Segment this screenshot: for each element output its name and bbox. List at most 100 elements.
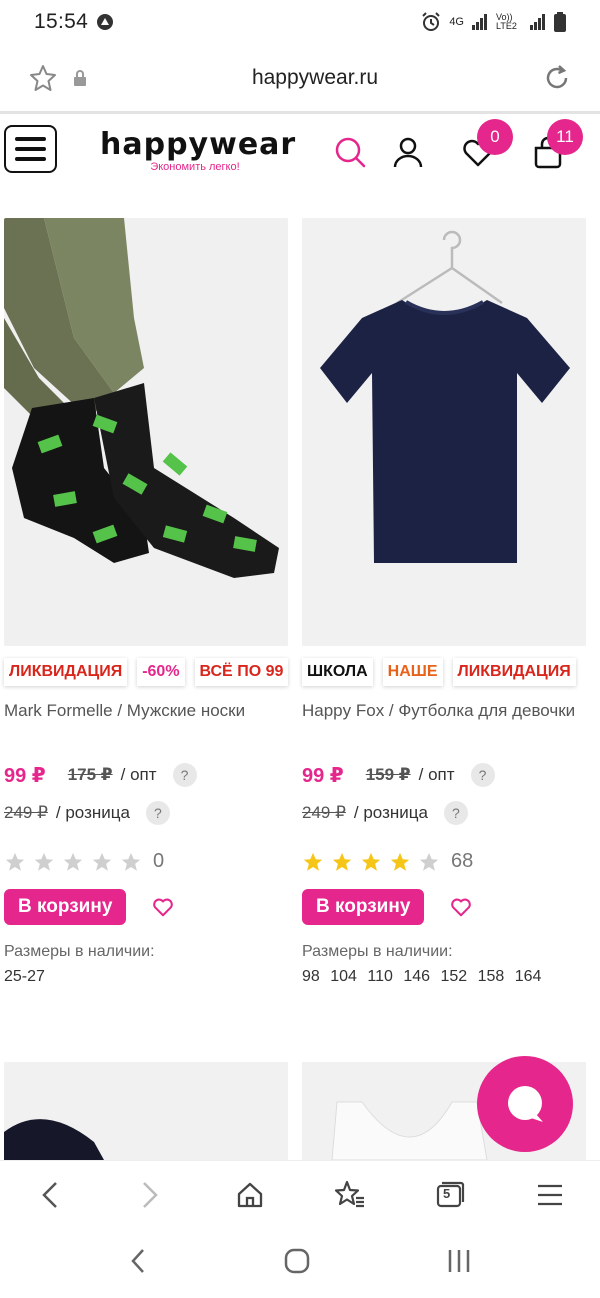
hamburger-icon xyxy=(538,1184,562,1205)
tag-school[interactable]: ШКОЛА xyxy=(302,658,373,686)
wholesale-help-icon[interactable]: ? xyxy=(470,763,495,787)
product-tags: ШКОЛА НАШЕ ЛИКВИДАЦИЯ xyxy=(302,658,586,686)
star-empty-icon xyxy=(419,852,439,871)
lock-icon xyxy=(74,69,86,86)
menu-button[interactable] xyxy=(4,125,57,173)
star-empty-icon xyxy=(121,852,141,871)
account-button[interactable] xyxy=(391,135,425,169)
app-notification-icon xyxy=(97,14,114,30)
wholesale-price-row: 99 ₽ 175 ₽ / опт ? xyxy=(4,760,288,790)
url-text[interactable]: happywear.ru xyxy=(88,66,542,90)
tab-count: 5 xyxy=(443,1185,451,1201)
cart-count-badge: 11 xyxy=(547,119,583,155)
alarm-icon xyxy=(422,12,441,31)
signal-icon xyxy=(472,14,488,30)
clock: 15:54 xyxy=(34,10,89,33)
star-filled-icon xyxy=(361,852,381,871)
sizes-list: 98 104 110 146 152 158 164 xyxy=(302,968,542,985)
logo-text: happywear xyxy=(100,127,297,162)
old-wholesale-price: 175 ₽ xyxy=(67,765,113,784)
rating[interactable]: 68 xyxy=(302,850,586,873)
tag-nashe[interactable]: НАШЕ xyxy=(382,658,443,686)
tag-all-for-99[interactable]: ВСЁ ПО 99 xyxy=(194,658,289,686)
star-filled-icon xyxy=(303,852,323,871)
socks-image xyxy=(4,218,288,646)
signal-icon-2 xyxy=(530,14,546,30)
sizes-label: Размеры в наличии: xyxy=(302,943,453,960)
sizes-label: Размеры в наличии: xyxy=(4,943,155,960)
retail-price: 249 ₽ xyxy=(4,803,48,822)
browser-url-bar: happywear.ru xyxy=(0,44,600,114)
wholesale-label: / опт xyxy=(120,765,157,784)
star-filled-icon xyxy=(332,852,352,871)
heart-icon[interactable] xyxy=(450,896,472,918)
star-empty-icon xyxy=(5,852,25,871)
android-home-button[interactable] xyxy=(283,1247,311,1280)
forward-button[interactable] xyxy=(130,1175,170,1215)
sizes-list: 25-27 xyxy=(4,968,45,985)
browser-menu-button[interactable] xyxy=(530,1175,570,1215)
network-type: 4G xyxy=(449,16,464,28)
product-card: ЛИКВИДАЦИЯ -60% ВСЁ ПО 99 Mark Formelle … xyxy=(4,218,289,987)
chat-button[interactable] xyxy=(477,1056,573,1152)
back-button[interactable] xyxy=(30,1175,70,1215)
retail-help-icon[interactable]: ? xyxy=(145,801,170,825)
back-icon xyxy=(130,1248,144,1273)
star-empty-icon xyxy=(92,852,112,871)
star-filled-icon xyxy=(390,852,410,871)
chat-bubble-icon xyxy=(508,1086,543,1122)
android-back-button[interactable] xyxy=(128,1247,148,1280)
menu-bar-icon xyxy=(15,137,46,141)
recents-icon xyxy=(449,1249,470,1272)
reload-icon[interactable] xyxy=(542,63,572,93)
battery-icon xyxy=(554,12,566,32)
tshirt-image xyxy=(302,218,586,646)
old-wholesale-price: 159 ₽ xyxy=(365,765,411,784)
bookmarks-icon xyxy=(334,1180,364,1207)
product-image-socks[interactable] xyxy=(4,218,288,646)
retail-price-row: 249 ₽ / розница ? xyxy=(302,798,586,828)
add-to-cart-button[interactable]: В корзину xyxy=(4,889,127,925)
logo-tagline: Экономить легко! xyxy=(150,161,240,173)
android-nav-bar xyxy=(0,1228,600,1298)
product-title[interactable]: Mark Formelle / Мужские носки xyxy=(4,700,288,760)
status-bar: 15:54 4G Vo)) LTE2 xyxy=(0,0,600,44)
review-count: 68 xyxy=(451,850,474,872)
favorites-button[interactable]: 0 xyxy=(461,119,513,169)
retail-help-icon[interactable]: ? xyxy=(443,801,468,825)
star-empty-icon xyxy=(63,852,83,871)
add-to-cart-button[interactable]: В корзину xyxy=(302,889,425,925)
product-title[interactable]: Happy Fox / Футболка для девочки xyxy=(302,700,586,760)
chevron-left-icon xyxy=(42,1181,57,1208)
favorites-count-badge: 0 xyxy=(477,119,513,155)
menu-bar-icon xyxy=(15,157,46,161)
tabs-button[interactable]: 5 xyxy=(430,1175,470,1215)
tag-discount[interactable]: -60% xyxy=(137,658,185,686)
product-image-next-1[interactable] xyxy=(4,1062,288,1160)
tag-liquidation[interactable]: ЛИКВИДАЦИЯ xyxy=(452,658,576,686)
site-logo[interactable]: happywear Экономить легко! xyxy=(100,127,297,174)
product-image-tshirt[interactable] xyxy=(302,218,586,646)
wholesale-price-row: 99 ₽ 159 ₽ / опт ? xyxy=(302,760,586,790)
wholesale-help-icon[interactable]: ? xyxy=(172,763,197,787)
home-circle-icon xyxy=(284,1248,310,1273)
bookmarks-button[interactable] xyxy=(330,1175,370,1215)
home-button[interactable] xyxy=(230,1175,270,1215)
retail-label: / розница xyxy=(353,803,428,822)
chevron-right-icon xyxy=(143,1181,158,1208)
review-count: 0 xyxy=(153,850,165,872)
rating[interactable]: 0 xyxy=(4,850,288,873)
tag-liquidation[interactable]: ЛИКВИДАЦИЯ xyxy=(4,658,128,686)
product-card: ШКОЛА НАШЕ ЛИКВИДАЦИЯ Happy Fox / Футбол… xyxy=(302,218,586,987)
product-tags: ЛИКВИДАЦИЯ -60% ВСЁ ПО 99 xyxy=(4,658,289,686)
browser-bottom-nav: 5 xyxy=(0,1160,600,1228)
cart-button[interactable]: 11 xyxy=(531,119,583,169)
bookmark-star-icon[interactable] xyxy=(28,63,58,93)
android-recents-button[interactable] xyxy=(446,1247,472,1280)
search-button[interactable] xyxy=(333,135,367,169)
next-product-image xyxy=(4,1119,104,1160)
current-price: 99 ₽ xyxy=(302,764,344,787)
heart-icon[interactable] xyxy=(152,896,174,918)
retail-price-row: 249 ₽ / розница ? xyxy=(4,798,288,828)
current-price: 99 ₽ xyxy=(4,764,46,787)
